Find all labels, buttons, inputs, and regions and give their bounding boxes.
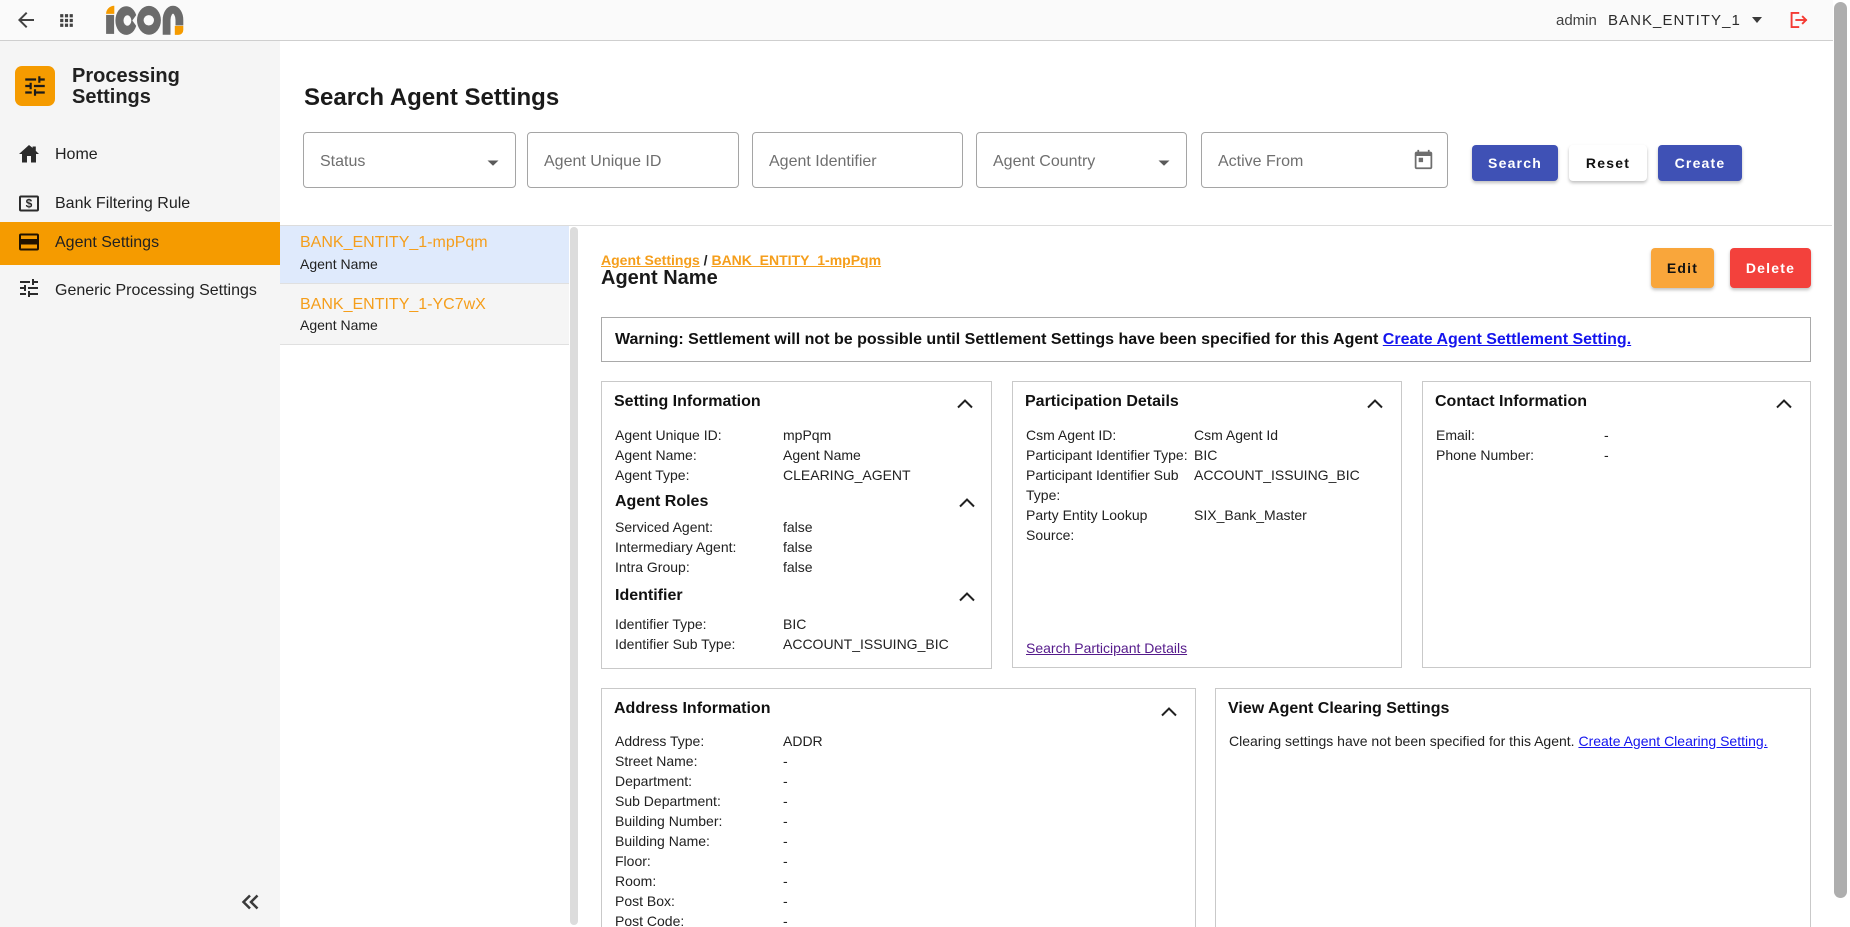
svg-text:$: $: [25, 197, 32, 211]
